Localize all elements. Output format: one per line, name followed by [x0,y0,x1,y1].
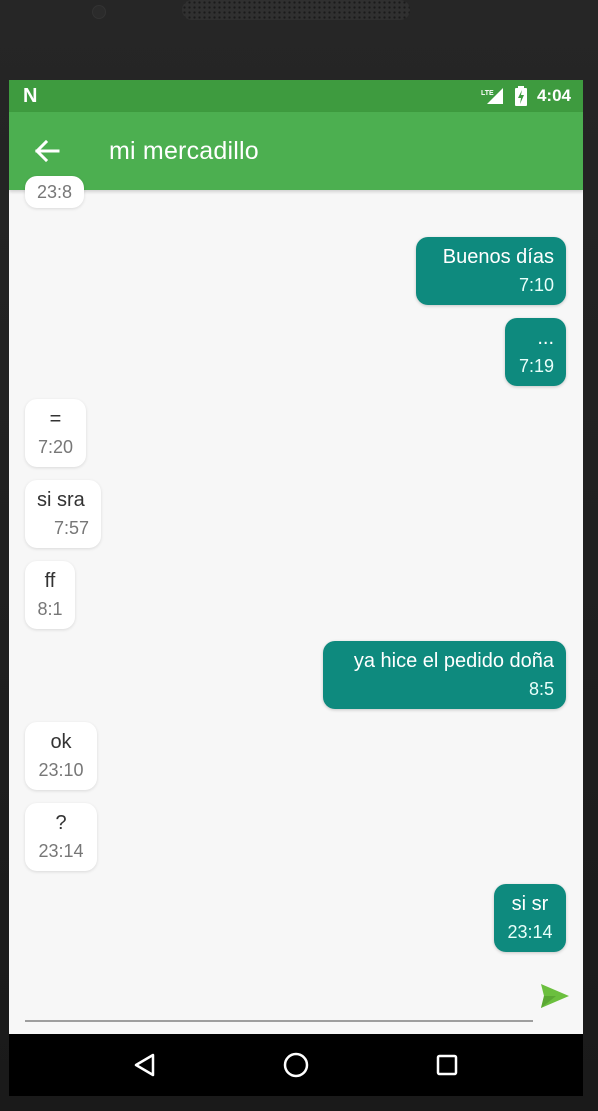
message-text: ff [44,570,56,592]
message-bubble-outgoing[interactable]: Buenos días 7:10 [416,237,566,305]
message-list[interactable]: 23:8 Buenos días 7:10 ... 7:19 = 7:20 si… [9,176,583,990]
message-bubble-incoming[interactable]: ? 23:14 [25,803,97,871]
message-time: 23:14 [38,841,84,861]
message-time: 23:10 [38,760,84,780]
phone-screen: N LTE 4:04 mi mercadillo 23:8 Buenos día… [9,80,583,1096]
message-bubble-incoming[interactable]: ok 23:10 [25,722,97,790]
message-time: 8:5 [528,679,554,699]
page-title: mi mercadillo [109,136,259,165]
message-bubble-outgoing[interactable]: si sr 23:14 [494,884,566,952]
message-text: ... [537,327,554,349]
message-bubble-incoming[interactable]: si sra 7:57 [25,480,101,548]
status-time: 4:04 [536,86,571,105]
message-bubble-outgoing[interactable]: ... 7:19 [505,318,566,386]
message-text: ? [55,812,67,834]
message-text: si sra [37,489,85,511]
svg-text:LTE: LTE [481,90,494,97]
message-text: ya hice el pedido doña [353,650,554,672]
status-indicators: LTE 4:04 [481,86,571,106]
app-bar: mi mercadillo [9,112,583,190]
recents-square-icon [437,1054,458,1076]
message-text: = [49,408,62,430]
front-camera [92,5,106,19]
message-time: 7:19 [518,356,554,376]
send-button[interactable] [537,980,573,1012]
device-frame: N LTE 4:04 mi mercadillo 23:8 Buenos día… [0,0,598,1111]
notification-n-icon: N [23,84,38,107]
message-time: 23:14 [507,922,553,942]
message-time: 23:8 [37,182,73,202]
arrow-left-icon [34,140,60,162]
nav-home-button[interactable] [266,1035,326,1095]
message-bubble-outgoing[interactable]: ya hice el pedido doña 8:5 [323,641,566,709]
message-text: si sr [511,893,549,915]
message-bubble-incoming[interactable]: = 7:20 [25,399,86,467]
message-text: ok [50,731,72,753]
nav-recents-button[interactable] [417,1035,477,1095]
back-triangle-icon [134,1053,154,1077]
send-icon [541,984,569,1008]
message-time: 7:10 [518,275,554,295]
lte-signal-icon: LTE [481,87,505,105]
message-time: 7:20 [37,437,74,457]
message-input[interactable] [25,1020,533,1022]
message-bubble-incoming[interactable]: ff 8:1 [25,561,75,629]
system-nav-bar [9,1034,583,1096]
nav-back-button[interactable] [115,1035,175,1095]
message-bubble-incoming[interactable]: 23:8 [25,176,85,208]
earpiece-speaker [182,0,410,20]
status-bar: N LTE 4:04 [9,80,583,112]
battery-charging-icon [514,86,527,106]
home-circle-icon [283,1052,309,1078]
message-text: Buenos días [442,246,554,268]
message-time: 7:57 [53,518,89,538]
message-time: 8:1 [37,599,63,619]
